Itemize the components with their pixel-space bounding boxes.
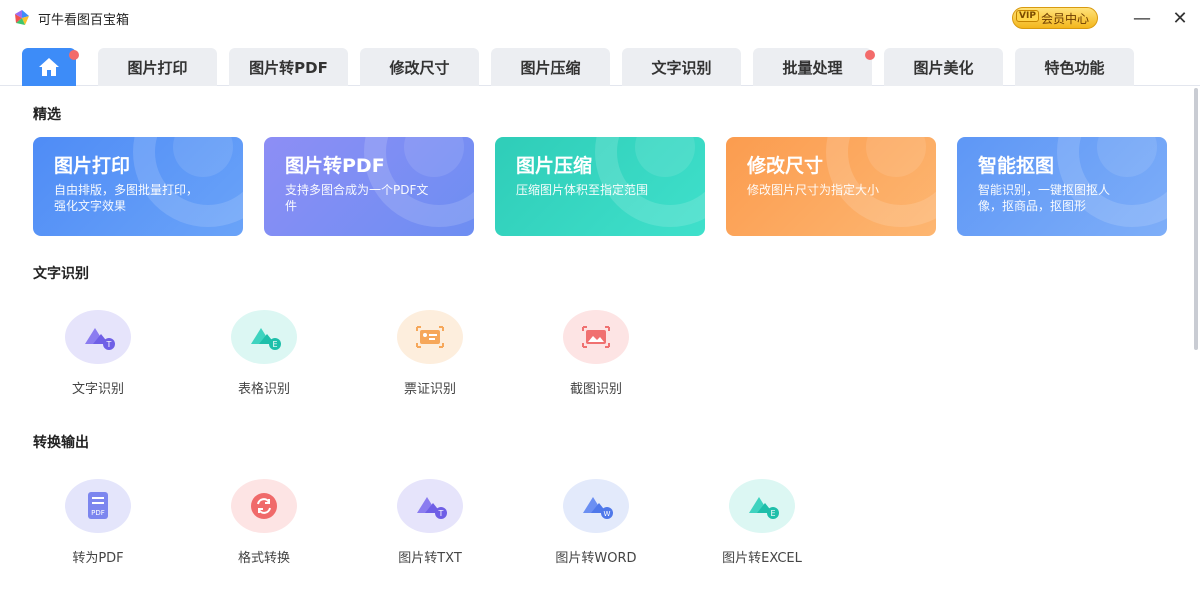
tool-to-txt[interactable]: T 图片转TXT: [370, 479, 490, 566]
card-resize[interactable]: 修改尺寸 修改图片尺寸为指定大小: [726, 137, 936, 236]
section-title-ocr: 文字识别: [33, 266, 89, 282]
tool-id-card-ocr[interactable]: 票证识别: [370, 310, 490, 397]
tab-ocr[interactable]: 文字识别: [622, 48, 741, 86]
tool-to-excel[interactable]: E 图片转EXCEL: [702, 479, 822, 566]
home-icon: [39, 58, 59, 76]
tool-label: 票证识别: [403, 382, 456, 397]
app-title: 可牛看图百宝箱: [38, 13, 130, 28]
word-convert-icon: W: [563, 479, 629, 533]
notification-dot: [69, 50, 79, 60]
main-tab-bar: 图片打印 图片转PDF 修改尺寸 图片压缩 文字识别 批量处理 图片美化 特色功…: [0, 44, 1200, 86]
svg-text:E: E: [272, 340, 277, 349]
tool-label: 转为PDF: [72, 551, 124, 566]
card-image-print[interactable]: 图片打印 自由排版，多图批量打印，强化文字效果: [33, 137, 243, 236]
card-smart-cutout[interactable]: 智能抠图 智能识别，一键抠图抠人像，抠商品，抠图形: [957, 137, 1167, 236]
app-window: 可牛看图百宝箱 VIP 会员中心 — ✕ 图片打印 图片转PDF 修改尺寸 图片…: [0, 0, 1200, 600]
tool-format-convert[interactable]: 格式转换: [204, 479, 324, 566]
tab-batch[interactable]: 批量处理: [753, 48, 875, 86]
svg-text:E: E: [770, 509, 775, 518]
screenshot-ocr-icon: [563, 310, 629, 364]
txt-convert-icon: T: [397, 479, 463, 533]
tool-label: 图片转EXCEL: [722, 551, 802, 566]
tab-batch-label: 批量处理: [782, 58, 843, 77]
card-title: 图片转PDF: [285, 155, 385, 177]
tool-to-pdf[interactable]: PDF 转为PDF: [38, 479, 158, 566]
svg-text:T: T: [106, 340, 112, 349]
excel-convert-icon: E: [729, 479, 795, 533]
title-bar: 可牛看图百宝箱 VIP 会员中心 — ✕: [0, 0, 1200, 36]
section-title-featured: 精选: [33, 107, 61, 123]
vip-crown-icon: VIP: [1013, 7, 1039, 29]
tab-image-to-pdf[interactable]: 图片转PDF: [229, 48, 348, 86]
card-desc: 智能识别，一键抠图抠人像，抠商品，抠图形: [978, 183, 1111, 213]
card-title: 智能抠图: [978, 155, 1055, 177]
notification-dot: [865, 50, 875, 60]
card-desc: 支持多图合成为一个PDF文件: [285, 183, 429, 213]
tab-resize[interactable]: 修改尺寸: [360, 48, 479, 86]
tool-text-ocr[interactable]: T 文字识别: [38, 310, 158, 397]
card-title: 修改尺寸: [747, 155, 824, 177]
tab-image-print[interactable]: 图片打印: [98, 48, 217, 86]
table-ocr-icon: E: [231, 310, 297, 364]
tool-label: 图片转TXT: [398, 551, 462, 566]
tool-screenshot-ocr[interactable]: 截图识别: [536, 310, 656, 397]
app-logo-icon: [15, 10, 29, 25]
card-title: 图片打印: [54, 155, 131, 177]
format-convert-icon: [231, 479, 297, 533]
svg-text:W: W: [604, 510, 611, 518]
svg-text:PDF: PDF: [91, 509, 105, 517]
card-image-to-pdf[interactable]: 图片转PDF 支持多图合成为一个PDF文件: [264, 137, 474, 236]
text-ocr-icon: T: [65, 310, 131, 364]
tab-beautify[interactable]: 图片美化: [884, 48, 1003, 86]
card-desc: 自由排版，多图批量打印，强化文字效果: [54, 183, 199, 213]
tool-label: 表格识别: [237, 382, 290, 397]
pdf-file-icon: PDF: [65, 479, 131, 533]
tool-label: 文字识别: [71, 382, 124, 397]
card-title: 图片压缩: [516, 155, 593, 177]
tab-compress[interactable]: 图片压缩: [491, 48, 610, 86]
card-desc: 压缩图片体积至指定范围: [516, 183, 649, 197]
minimize-button[interactable]: —: [1128, 4, 1156, 32]
close-button[interactable]: ✕: [1166, 4, 1194, 32]
section-title-convert: 转换输出: [33, 435, 89, 451]
tool-label: 图片转WORD: [555, 551, 637, 566]
card-compress[interactable]: 图片压缩 压缩图片体积至指定范围: [495, 137, 705, 236]
tool-label: 格式转换: [237, 551, 290, 566]
tool-to-word[interactable]: W 图片转WORD: [536, 479, 656, 566]
vertical-scrollbar[interactable]: [1194, 88, 1198, 350]
tab-special[interactable]: 特色功能: [1015, 48, 1134, 86]
id-card-ocr-icon: [397, 310, 463, 364]
card-desc: 修改图片尺寸为指定大小: [747, 183, 880, 197]
tool-label: 截图识别: [569, 382, 622, 397]
tab-home[interactable]: [22, 48, 79, 86]
vip-center-button[interactable]: VIP 会员中心: [1012, 7, 1098, 29]
tool-table-ocr[interactable]: E 表格识别: [204, 310, 324, 397]
vip-center-label: 会员中心: [1041, 11, 1090, 26]
svg-text:T: T: [438, 509, 444, 518]
